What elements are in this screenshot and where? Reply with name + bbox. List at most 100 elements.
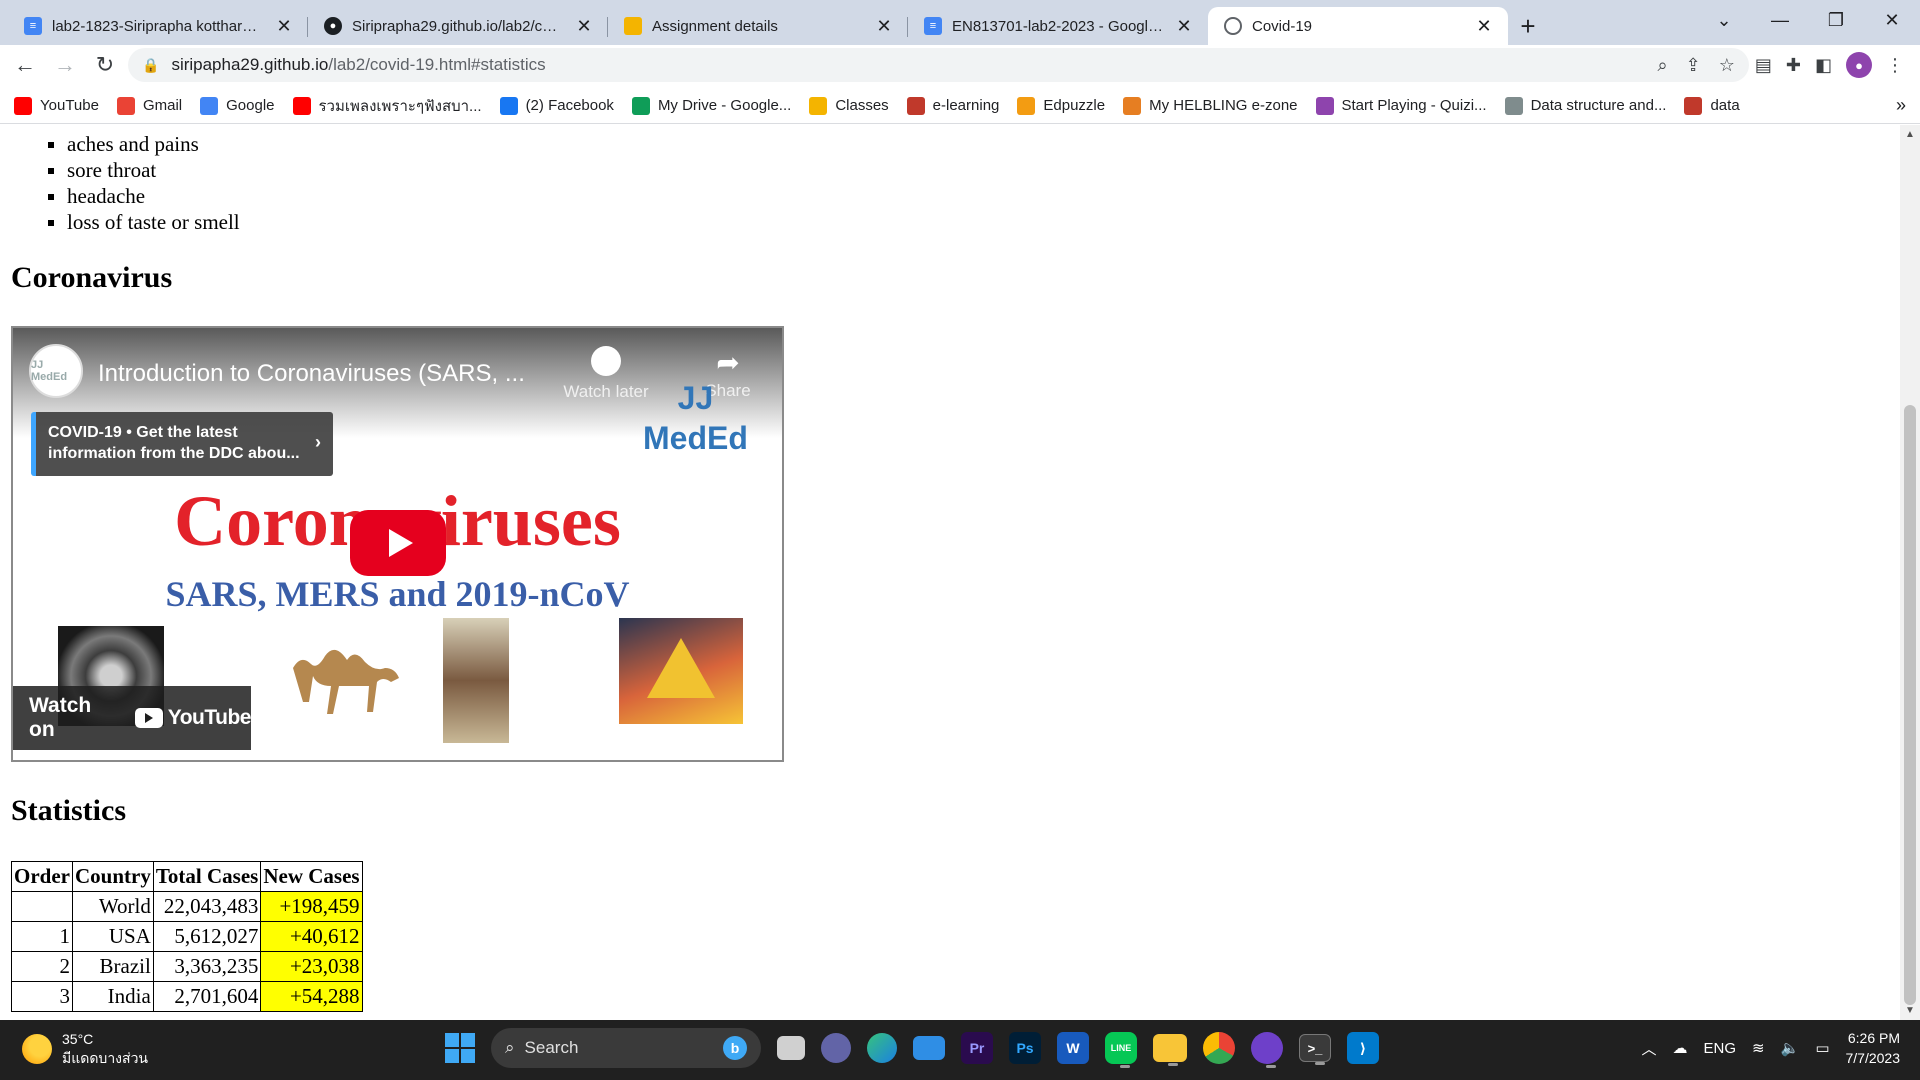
bookmarks-overflow-icon[interactable]: » (1896, 95, 1906, 116)
weather-widget[interactable]: 35°C มีแดดบางส่วน (22, 1030, 148, 1068)
bookmark-item[interactable]: Classes (809, 96, 889, 115)
back-button[interactable]: ← (8, 48, 42, 82)
close-icon[interactable]: ✕ (874, 16, 894, 37)
bookmarks-bar: YouTube Gmail Google รวมเพลงเพราะๆฟังสบา...… (0, 88, 1920, 124)
bookmark-item[interactable]: Start Playing - Quizi... (1315, 96, 1487, 115)
play-button[interactable] (350, 510, 446, 576)
bookmark-item[interactable]: รวมเพลงเพราะๆฟังสบา... (292, 94, 482, 118)
edge-icon[interactable] (867, 1033, 897, 1063)
bookmark-item[interactable]: Data structure and... (1504, 96, 1666, 115)
share-icon[interactable]: ⇪ (1686, 55, 1701, 76)
close-icon[interactable]: ✕ (274, 16, 294, 37)
task-view-icon[interactable] (777, 1036, 805, 1060)
bookmark-label: รวมเพลงเพราะๆฟังสบา... (318, 97, 482, 115)
weather-condition: มีแดดบางส่วน (62, 1050, 148, 1066)
github-desktop-icon[interactable] (1251, 1032, 1283, 1068)
bookmark-item[interactable]: (2) Facebook (499, 96, 614, 115)
watch-on-youtube-button[interactable]: Watch on YouTube (13, 686, 252, 750)
chrome-icon[interactable] (1203, 1032, 1235, 1064)
chevron-up-icon[interactable]: ︿ (1642, 1038, 1657, 1059)
tab-title: EN813701-lab2-2023 - Google D (952, 17, 1164, 35)
temperature: 35°C (62, 1031, 94, 1047)
chevron-down-icon[interactable]: ⌄ (1696, 0, 1752, 40)
wifi-icon[interactable]: ≋ (1752, 1039, 1765, 1057)
word-icon[interactable]: W (1057, 1032, 1089, 1064)
search-icon: ⌕ (505, 1038, 515, 1057)
bookmark-favicon-icon (631, 96, 650, 115)
zoom-icon[interactable]: ⌕ (1658, 55, 1668, 76)
close-window-button[interactable]: ✕ (1864, 0, 1920, 40)
video-title[interactable]: Introduction to Coronaviruses (SARS, ... (98, 360, 525, 388)
bookmark-favicon-icon (200, 96, 219, 115)
address-bar[interactable]: 🔒 siripapha29.github.io/lab2/covid-19.ht… (128, 48, 1749, 82)
bookmark-item[interactable]: My HELBLING e-zone (1123, 96, 1298, 115)
scrollbar-thumb[interactable] (1904, 405, 1916, 1005)
tab-0[interactable]: ≡ lab2-1823-Siriprapha kottharak - ✕ (8, 7, 308, 45)
star-icon[interactable]: ☆ (1719, 55, 1735, 76)
teams-chat-icon[interactable] (821, 1033, 851, 1063)
terminal-icon[interactable]: >_ (1299, 1034, 1331, 1065)
extensions-icon[interactable]: ✚ (1786, 55, 1801, 76)
total-cases-cell: 2,701,604 (152, 981, 262, 1012)
lock-icon[interactable]: 🔒 (142, 57, 159, 74)
battery-icon[interactable]: ▭ (1815, 1039, 1829, 1057)
onedrive-icon[interactable]: ☁ (1673, 1039, 1688, 1057)
bookmark-item[interactable]: My Drive - Google... (631, 96, 791, 115)
start-button[interactable] (445, 1033, 475, 1063)
table-row: World 22,043,483 +198,459 (11, 891, 363, 922)
file-explorer-icon[interactable] (1153, 1034, 1187, 1066)
bing-icon[interactable]: b (723, 1036, 747, 1060)
menu-icon[interactable]: ⋮ (1886, 55, 1904, 76)
github-icon: ● (324, 17, 342, 35)
language-indicator[interactable]: ENG (1704, 1040, 1737, 1057)
vscode-icon[interactable]: ⟩ (1347, 1032, 1379, 1064)
side-panel-icon[interactable]: ◧ (1815, 55, 1832, 76)
scroll-up-icon[interactable]: ▲ (1900, 129, 1920, 140)
forward-button[interactable]: → (48, 48, 82, 82)
bookmark-item[interactable]: e-learning (906, 96, 999, 115)
new-tab-button[interactable]: + (1508, 7, 1548, 45)
bookmark-item[interactable]: Gmail (116, 96, 182, 115)
order-cell (11, 891, 73, 922)
tab-2[interactable]: Assignment details ✕ (608, 7, 908, 45)
new-cases-cell: +198,459 (260, 891, 363, 922)
watch-later-label: Watch later (563, 382, 649, 401)
premiere-icon[interactable]: Pr (961, 1032, 993, 1064)
taskbar-search[interactable]: ⌕ Search b (491, 1028, 761, 1068)
brand-line1: JJ (677, 380, 714, 416)
page-scrollbar[interactable]: ▲ ▼ (1900, 125, 1920, 1020)
tab-strip: ≡ lab2-1823-Siriprapha kottharak - ✕ ● S… (0, 0, 1920, 45)
system-tray: ︿ ☁ ENG ≋ 🔈 ▭ 6:26 PM 7/7/2023 (1642, 1028, 1900, 1068)
mail-icon[interactable] (913, 1036, 945, 1060)
scroll-down-icon[interactable]: ▼ (1900, 1005, 1920, 1016)
bookmark-item[interactable]: data (1684, 96, 1740, 115)
chevron-right-icon: › (315, 432, 321, 452)
bookmark-item[interactable]: Google (200, 96, 275, 115)
tab-1[interactable]: ● Siriprapha29.github.io/lab2/covid ✕ (308, 7, 608, 45)
watch-later-button[interactable]: Watch later (561, 346, 651, 402)
bookmark-item[interactable]: Edpuzzle (1017, 96, 1106, 115)
url-host: siripapha29.github.io (171, 55, 329, 74)
channel-logo[interactable]: JJ MedEd (29, 344, 83, 398)
line-icon[interactable]: LINE (1105, 1032, 1137, 1068)
youtube-embed[interactable]: Coronaviruses SARS, MERS and 2019-nCoV J… (11, 326, 784, 762)
photoshop-icon[interactable]: Ps (1009, 1032, 1041, 1064)
bookmark-favicon-icon (116, 96, 135, 115)
reading-list-icon[interactable]: ▤ (1755, 55, 1772, 76)
close-icon[interactable]: ✕ (1174, 16, 1194, 37)
close-icon[interactable]: ✕ (574, 16, 594, 37)
covid-info-card[interactable]: COVID-19 • Get the latest information fr… (31, 412, 333, 476)
tab-4-active[interactable]: Covid-19 ✕ (1208, 7, 1508, 45)
restore-button[interactable]: ❐ (1808, 0, 1864, 40)
tab-3[interactable]: ≡ EN813701-lab2-2023 - Google D ✕ (908, 7, 1208, 45)
avatar[interactable]: ● (1846, 52, 1872, 78)
volume-icon[interactable]: 🔈 (1781, 1039, 1800, 1057)
minimize-button[interactable]: — (1752, 0, 1808, 40)
close-icon[interactable]: ✕ (1474, 16, 1494, 37)
bookmark-item[interactable]: YouTube (14, 96, 99, 115)
clock[interactable]: 6:26 PM 7/7/2023 (1846, 1028, 1901, 1068)
coronavirus-heading: Coronavirus (11, 261, 173, 294)
bookmark-label: Edpuzzle (1043, 97, 1106, 114)
play-icon (389, 529, 413, 557)
reload-button[interactable]: ↻ (88, 48, 122, 82)
